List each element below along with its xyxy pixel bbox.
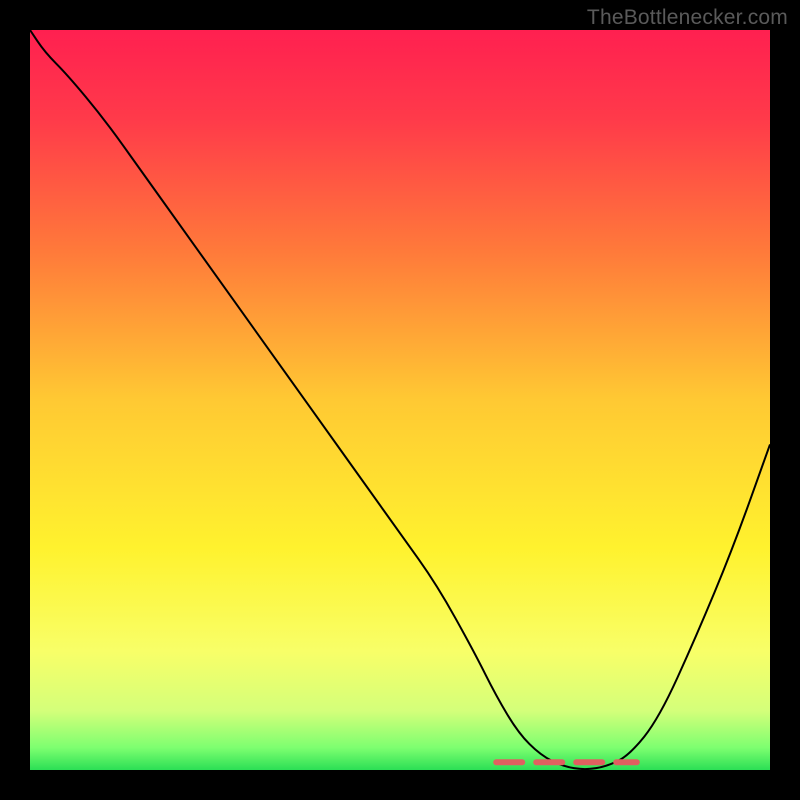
chart-container xyxy=(30,30,770,770)
curve-overlay xyxy=(30,30,770,770)
watermark-text: TheBottlenecker.com xyxy=(587,6,788,30)
bottleneck-curve xyxy=(30,30,770,769)
